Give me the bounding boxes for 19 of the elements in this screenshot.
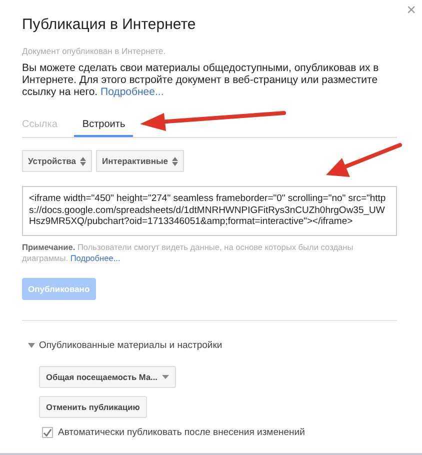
embed-code-field[interactable]: <iframe width="450" height="274" seamless frameborder="0" scrolling="no" src="https://docs.google.com/spreadsheets/d/1dtMNRHWNPIGFitRys3nCUZh0hrgOw35_UWHsz9MR5XQ/pubchart?oid=1713346051&amp;format=interactive"></iframe> bbox=[22, 186, 397, 236]
unpublish-button[interactable]: Отменить публикацию bbox=[39, 396, 147, 418]
learn-more-link[interactable]: Подробнее... bbox=[70, 253, 120, 263]
triangle-icon bbox=[28, 343, 35, 348]
status-text: Документ опубликован в Интернете. bbox=[22, 46, 167, 56]
up-down-icon bbox=[172, 156, 178, 166]
select-dropdown[interactable]: Устройства bbox=[22, 150, 92, 172]
checkbox[interactable] bbox=[42, 427, 53, 438]
caret-icon bbox=[162, 375, 170, 379]
dialog-title: Публикация в Интернете bbox=[22, 16, 197, 33]
description-text: Вы можете сделать свои материалы общедоступными, опубликовав их в Интернете. Для этого встройте документ в веб-страницу или разместите ссылку на него. Подробнее... bbox=[22, 62, 380, 98]
select-dropdown[interactable]: Интерактивные bbox=[96, 150, 184, 172]
checkbox-label: Автоматически публиковать после внесения изменений bbox=[58, 427, 305, 438]
up-down-icon bbox=[80, 156, 86, 166]
note-text: Примечание. Пользователи смогут видеть данные, на основе которых были созданы диаграммы. Подробнее... bbox=[22, 242, 354, 264]
section-toggle[interactable]: Опубликованные материалы и настройки bbox=[28, 340, 397, 351]
chart-dropdown[interactable]: Общая посещаемость Ма... bbox=[39, 366, 176, 388]
tab[interactable]: Встроить bbox=[74, 115, 134, 137]
learn-more-link[interactable]: Подробнее... bbox=[100, 86, 164, 98]
